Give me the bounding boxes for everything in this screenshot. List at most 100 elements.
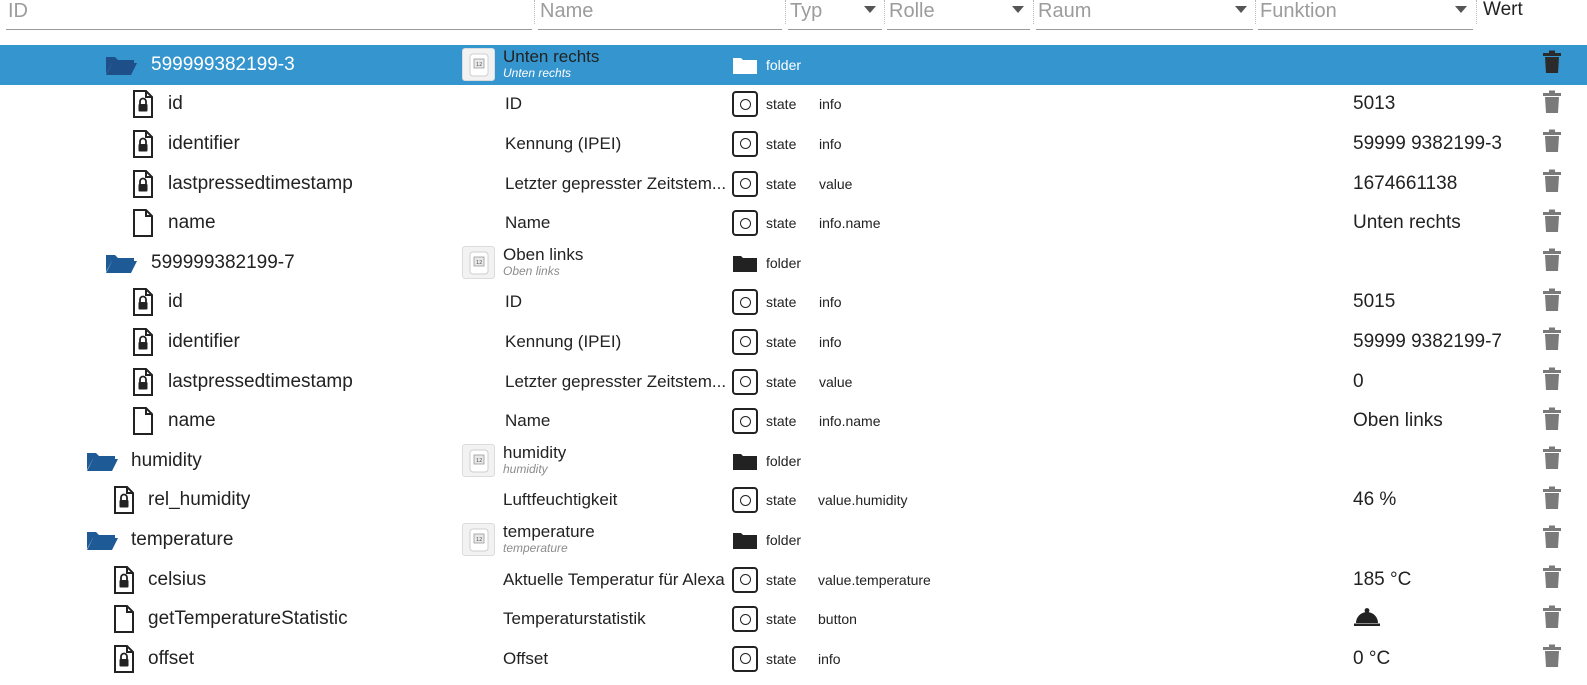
- device-icon: 12: [462, 48, 495, 82]
- object-value[interactable]: 59999 9382199-7: [1353, 331, 1502, 353]
- trash-icon[interactable]: [1542, 486, 1562, 515]
- object-id: id: [168, 93, 183, 115]
- state-row[interactable]: identifier Kennung (IPEI) state info 59999 9…: [0, 124, 1587, 164]
- object-role: info: [819, 96, 842, 113]
- object-id: 599999382199-7: [151, 251, 295, 273]
- function-filter-select[interactable]: Funktion: [1258, 0, 1473, 30]
- object-value[interactable]: 0: [1353, 371, 1364, 393]
- room-filter-placeholder: Raum: [1038, 0, 1092, 22]
- object-value[interactable]: 59999 9382199-3: [1353, 133, 1502, 155]
- trash-icon[interactable]: [1542, 446, 1562, 475]
- object-id: getTemperatureStatistic: [148, 608, 348, 630]
- object-type: state: [766, 611, 797, 628]
- object-id: lastpressedtimestamp: [168, 370, 353, 392]
- role-filter-select[interactable]: Rolle: [887, 0, 1030, 30]
- trash-icon[interactable]: [1542, 288, 1562, 317]
- state-row[interactable]: getTemperatureStatistic Temperaturstatist…: [0, 599, 1587, 639]
- folder-row[interactable]: 599999382199-7 12 Oben links Oben links fold…: [0, 243, 1587, 283]
- trash-icon[interactable]: [1542, 605, 1562, 634]
- trash-icon[interactable]: [1542, 169, 1562, 198]
- svg-text:12: 12: [476, 458, 482, 464]
- object-type: folder: [766, 254, 802, 271]
- object-role: info: [819, 333, 842, 350]
- state-type-icon: [732, 328, 758, 355]
- state-type-icon: [732, 606, 758, 633]
- id-filter-input[interactable]: ID: [6, 0, 532, 30]
- chevron-down-icon: [864, 6, 876, 13]
- trash-icon[interactable]: [1542, 248, 1562, 277]
- object-tree: 599999382199-3 12 Unten rechts Unten rechts…: [0, 45, 1587, 679]
- object-name: ID: [505, 94, 522, 114]
- state-type-icon: [732, 408, 758, 435]
- object-id: identifier: [168, 132, 240, 154]
- column-divider[interactable]: [534, 0, 535, 24]
- state-row[interactable]: celsius Aktuelle Temperatur für Alexa stat…: [0, 560, 1587, 600]
- object-type: folder: [766, 56, 802, 73]
- state-row[interactable]: name Name state info.name Unten rechts: [0, 203, 1587, 243]
- trash-icon[interactable]: [1542, 50, 1562, 79]
- object-role: value: [819, 175, 853, 192]
- object-name: Name: [505, 213, 551, 233]
- folder-open-icon[interactable]: [86, 529, 119, 551]
- object-value[interactable]: Oben links: [1353, 410, 1443, 432]
- object-value[interactable]: 185 °C: [1353, 569, 1411, 591]
- column-divider[interactable]: [884, 0, 885, 24]
- object-value[interactable]: Unten rechts: [1353, 212, 1461, 234]
- object-id: rel_humidity: [148, 489, 251, 511]
- column-divider[interactable]: [1476, 0, 1477, 24]
- trash-icon[interactable]: [1542, 327, 1562, 356]
- room-filter-select[interactable]: Raum: [1036, 0, 1253, 30]
- state-row[interactable]: id ID state info 5013: [0, 85, 1587, 125]
- trash-icon[interactable]: [1542, 565, 1562, 594]
- folder-row[interactable]: humidity 12 humidity humidity folder: [0, 441, 1587, 481]
- object-value[interactable]: 5013: [1353, 93, 1395, 115]
- state-row[interactable]: offset Offset state info 0 °C: [0, 639, 1587, 679]
- object-type: folder: [766, 452, 802, 469]
- object-id: name: [168, 212, 216, 234]
- object-value[interactable]: 5015: [1353, 291, 1395, 313]
- trash-icon[interactable]: [1542, 644, 1562, 673]
- folder-row[interactable]: 599999382199-3 12 Unten rechts Unten rechts…: [0, 45, 1587, 85]
- trash-icon[interactable]: [1542, 367, 1562, 396]
- folder-open-icon[interactable]: [86, 450, 119, 472]
- state-row[interactable]: lastpressedtimestamp Letzter gepresster Z…: [0, 164, 1587, 204]
- object-name: Kennung (IPEI): [505, 331, 622, 351]
- state-row[interactable]: name Name state info.name Oben links: [0, 401, 1587, 441]
- column-divider[interactable]: [1033, 0, 1034, 24]
- state-row[interactable]: id ID state info 5015: [0, 283, 1587, 323]
- column-divider[interactable]: [785, 0, 786, 24]
- state-type-icon: [732, 645, 758, 672]
- column-divider[interactable]: [1255, 0, 1256, 24]
- object-role: info.name: [819, 413, 881, 430]
- trash-icon[interactable]: [1542, 209, 1562, 238]
- state-row[interactable]: lastpressedtimestamp Letzter gepresster Z…: [0, 362, 1587, 402]
- object-type: state: [766, 413, 797, 430]
- object-value[interactable]: 46 %: [1353, 489, 1396, 511]
- object-name: Aktuelle Temperatur für Alexa: [503, 569, 725, 589]
- trash-icon[interactable]: [1542, 525, 1562, 554]
- name-filter-placeholder: Name: [540, 0, 594, 22]
- object-type: state: [766, 650, 797, 667]
- folder-open-icon[interactable]: [105, 54, 138, 76]
- locked-file-icon: [132, 367, 154, 396]
- trash-icon[interactable]: [1542, 129, 1562, 158]
- state-row[interactable]: rel_humidity Luftfeuchtigkeit state value.h…: [0, 481, 1587, 521]
- bell-icon[interactable]: [1353, 607, 1381, 632]
- trash-icon[interactable]: [1542, 407, 1562, 436]
- type-filter-select[interactable]: Typ: [788, 0, 882, 30]
- object-value[interactable]: 0 °C: [1353, 648, 1390, 670]
- object-id: lastpressedtimestamp: [168, 172, 353, 194]
- state-row[interactable]: identifier Kennung (IPEI) state info 59999 9…: [0, 322, 1587, 362]
- folder-row[interactable]: temperature 12 temperature temperature folde…: [0, 520, 1587, 560]
- object-type: folder: [766, 531, 802, 548]
- name-filter-input[interactable]: Name: [538, 0, 782, 30]
- object-name-sub: temperature: [503, 540, 568, 555]
- folder-open-icon[interactable]: [105, 252, 138, 274]
- object-type: state: [766, 492, 797, 509]
- trash-icon[interactable]: [1542, 90, 1562, 119]
- object-name: ID: [505, 292, 522, 312]
- type-filter-placeholder: Typ: [790, 0, 823, 22]
- object-id: humidity: [131, 449, 202, 471]
- object-value[interactable]: 1674661138: [1353, 173, 1457, 195]
- id-filter-placeholder: ID: [8, 0, 28, 22]
